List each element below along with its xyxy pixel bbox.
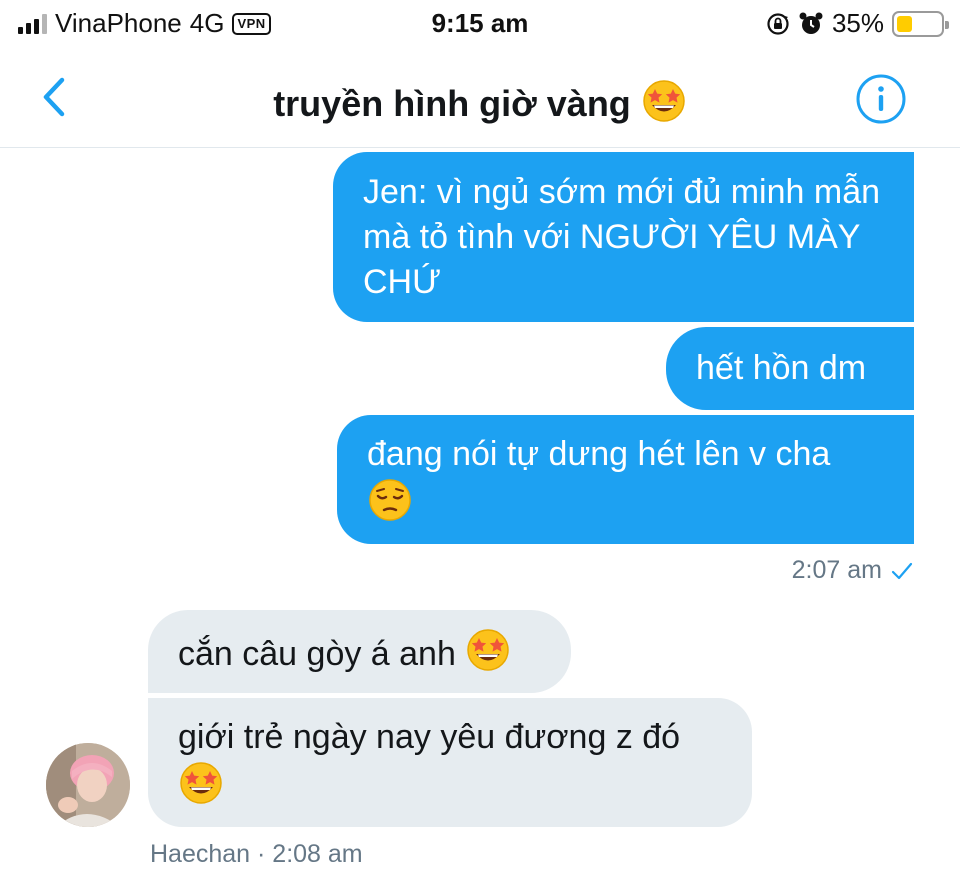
battery-percent: 35% [831, 8, 884, 38]
avatar-photo [46, 743, 130, 827]
sent-message-meta: 2:07 am [792, 556, 914, 585]
battery-level-fill [897, 15, 912, 32]
vpn-badge: VPN [232, 12, 271, 35]
sent-message[interactable]: hết hồn dm [666, 327, 914, 410]
message-content: cắn câu gòy á anh [178, 627, 511, 677]
sent-timestamp: 2:07 am [791, 556, 882, 584]
status-bar: VinaPhone 4G VPN 9:15 am 35% [0, 0, 960, 50]
conversation-header: truyền hình giờ vàng [0, 50, 960, 148]
alarm-icon [799, 12, 823, 34]
signal-icon [18, 13, 47, 34]
message-content: đang nói tự dưng hét lên v cha [367, 432, 830, 527]
avatar[interactable] [46, 743, 130, 827]
network-type: 4G [189, 8, 225, 38]
received-message-meta: Haechan · 2:08 am [150, 840, 363, 868]
pensive-face-emoji [369, 479, 411, 521]
check-icon [891, 562, 913, 579]
sent-message[interactable]: đang nói tự dưng hét lên v cha [337, 415, 914, 544]
info-icon [856, 74, 906, 124]
message-content: giới trẻ ngày nay yêu đương z đó [178, 715, 680, 810]
received-message[interactable]: giới trẻ ngày nay yêu đương z đó [148, 698, 752, 827]
message-text: cắn câu gòy á anh [178, 634, 456, 673]
orientation-lock-icon [767, 12, 789, 35]
carrier-name: VinaPhone [55, 8, 182, 38]
conversation-title-text: truyền hình giờ vàng [273, 83, 631, 124]
info-button[interactable] [854, 72, 908, 126]
status-left: VinaPhone 4G VPN [18, 8, 271, 39]
star-struck-emoji [643, 80, 685, 122]
battery-icon [892, 10, 949, 37]
received-message[interactable]: cắn câu gòy á anh [148, 610, 571, 693]
star-struck-emoji [180, 762, 222, 804]
message-text: Jen: vì ngủ sớm mới đủ minh mẫn mà tỏ tì… [363, 172, 881, 301]
star-struck-emoji [467, 628, 510, 671]
sent-message[interactable]: Jen: vì ngủ sớm mới đủ minh mẫn mà tỏ tì… [333, 152, 914, 322]
message-text: đang nói tự dưng hét lên v cha [367, 435, 831, 473]
conversation-title[interactable]: truyền hình giờ vàng [0, 78, 960, 125]
message-text: hết hồn dm [696, 349, 867, 387]
status-right: 35% [766, 8, 949, 39]
message-text: giới trẻ ngày nay yêu đương z đó [178, 718, 681, 756]
